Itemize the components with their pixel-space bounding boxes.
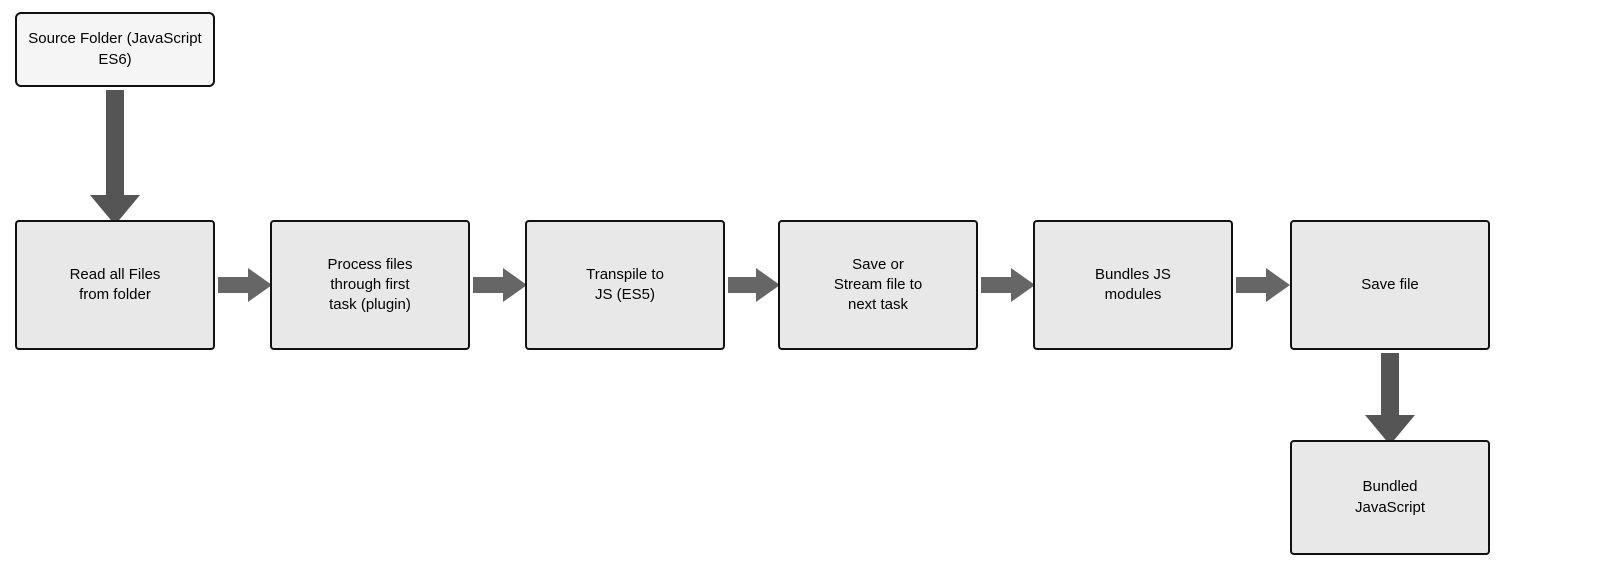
- bundled-js-label: BundledJavaScript: [1355, 477, 1425, 518]
- process-files-box: Process filesthrough firsttask (plugin): [270, 220, 470, 350]
- transpile-box: Transpile toJS (ES5): [525, 220, 725, 350]
- read-files-box: Read all Filesfrom folder: [15, 220, 215, 350]
- transpile-label: Transpile toJS (ES5): [586, 265, 664, 306]
- read-files-label: Read all Filesfrom folder: [70, 265, 161, 306]
- save-stream-label: Save orStream file tonext task: [834, 255, 922, 316]
- bundled-js-box: BundledJavaScript: [1290, 440, 1490, 555]
- bundles-box: Bundles JSmodules: [1033, 220, 1233, 350]
- save-file-box: Save file: [1290, 220, 1490, 350]
- process-files-label: Process filesthrough firsttask (plugin): [327, 255, 412, 316]
- source-folder-box: Source Folder (JavaScript ES6): [15, 12, 215, 87]
- diagram: Source Folder (JavaScript ES6) Read all …: [0, 0, 1600, 576]
- source-folder-label: Source Folder (JavaScript ES6): [25, 29, 205, 70]
- bundles-label: Bundles JSmodules: [1095, 265, 1171, 306]
- save-stream-box: Save orStream file tonext task: [778, 220, 978, 350]
- save-file-label: Save file: [1361, 275, 1419, 295]
